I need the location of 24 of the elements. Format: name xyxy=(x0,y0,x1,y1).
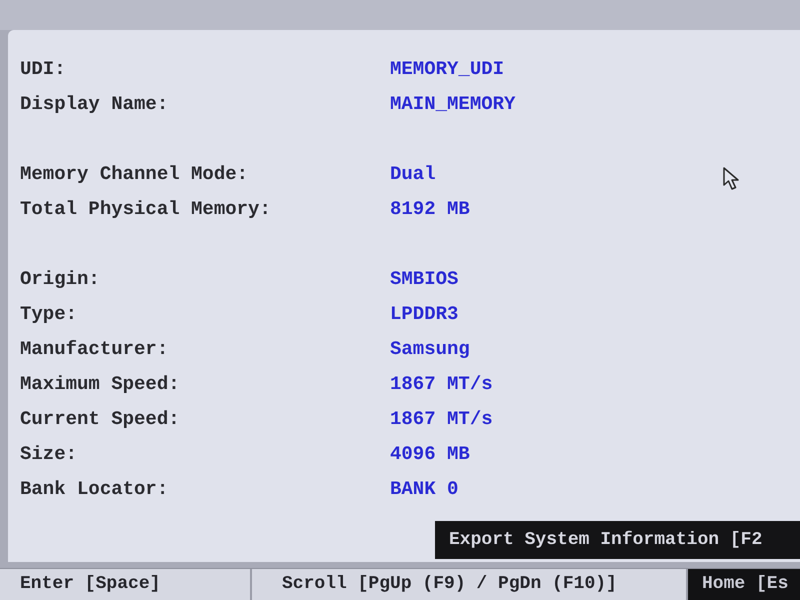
field-label: Current Speed: xyxy=(20,408,180,430)
field-label: Memory Channel Mode: xyxy=(20,163,248,186)
field-label: UDI: xyxy=(20,58,66,80)
field-value: BANK 0 xyxy=(390,477,458,502)
export-button[interactable]: Export System Information [F2 xyxy=(435,521,800,559)
field-label: Total Physical Memory: xyxy=(20,198,271,220)
field-value: SMBIOS xyxy=(390,267,458,292)
field-value: MEMORY_UDI xyxy=(390,57,504,82)
field-label: Maximum Speed: xyxy=(20,373,180,396)
footer-key-button[interactable]: Home [Es xyxy=(688,569,800,600)
field-value: 1867 MT/s xyxy=(390,407,493,432)
field-value: 4096 MB xyxy=(390,442,470,468)
field-value: LPDDR3 xyxy=(390,302,458,328)
field-value: Samsung xyxy=(390,337,470,362)
field-label: Display Name: xyxy=(20,93,168,116)
field-label: Bank Locator: xyxy=(20,478,168,500)
field-value: Dual xyxy=(390,162,436,188)
field-label: Type: xyxy=(20,303,78,326)
field-label: Origin: xyxy=(20,268,100,290)
field-value: 1867 MT/s xyxy=(390,372,493,398)
field-value: MAIN_MEMORY xyxy=(390,92,516,118)
field-value: 8192 MB xyxy=(390,197,470,222)
field-label: Size: xyxy=(20,443,78,466)
field-label: Manufacturer: xyxy=(20,338,168,360)
